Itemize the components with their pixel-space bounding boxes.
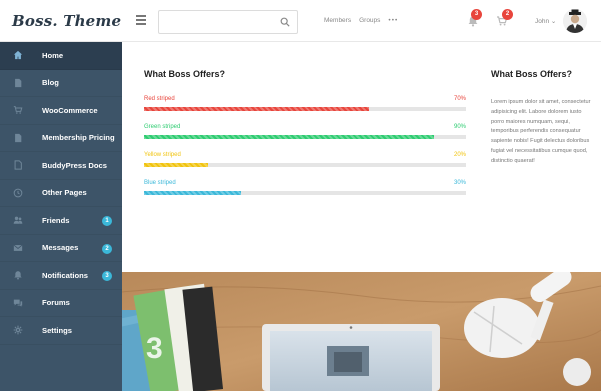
document-icon bbox=[12, 132, 24, 144]
sidebar-item-label: Blog bbox=[42, 78, 59, 88]
sidebar-item-label: Messages bbox=[42, 243, 79, 253]
skill-bar: Red striped 70% bbox=[144, 96, 466, 111]
offers-section: What Boss Offers? Red striped 70% Green st… bbox=[144, 69, 466, 210]
sidebar-item-label: Notifications bbox=[42, 270, 88, 280]
skill-bars: Red striped 70% Green striped 90% Yellow str… bbox=[144, 96, 466, 195]
text-widget: What Boss Offers? Lorem ipsum dolor sit … bbox=[491, 69, 591, 167]
count-badge: 2 bbox=[102, 243, 112, 254]
skill-percent: 30% bbox=[453, 180, 466, 186]
progress-fill bbox=[144, 135, 434, 139]
skill-label: Blue striped bbox=[144, 180, 176, 186]
skill-percent: 70% bbox=[453, 96, 466, 102]
progress-track bbox=[144, 163, 466, 167]
envelope-icon bbox=[12, 242, 24, 254]
sidebar-item-label: Forums bbox=[42, 298, 70, 308]
progress-track bbox=[144, 135, 466, 139]
document-outline-icon bbox=[12, 159, 24, 171]
sidebar-item-settings[interactable]: Settings bbox=[0, 317, 122, 345]
sidebar-item-woocommerce[interactable]: WooCommerce bbox=[0, 97, 122, 125]
search-input[interactable] bbox=[165, 11, 275, 34]
cart-badge: 2 bbox=[502, 9, 513, 20]
skill-bar: Green striped 90% bbox=[144, 124, 466, 139]
svg-text:3: 3 bbox=[146, 332, 163, 365]
sidebar-item-membership-pricing[interactable]: Membership Pricing bbox=[0, 125, 122, 152]
main-content: What Boss Offers? Red striped 70% Green st… bbox=[122, 42, 601, 272]
desk-photo: 3 bbox=[122, 272, 601, 391]
avatar-image bbox=[563, 9, 587, 33]
sidebar-item-other-pages[interactable]: Other Pages bbox=[0, 180, 122, 207]
sidebar-item-label: Other Pages bbox=[42, 188, 87, 198]
sidebar-item-blog[interactable]: Blog bbox=[0, 70, 122, 97]
sidebar-item-label: Friends bbox=[42, 215, 70, 225]
notifications-badge: 3 bbox=[471, 9, 482, 20]
home-icon bbox=[12, 49, 24, 61]
cart-icon bbox=[12, 104, 24, 116]
gear-icon bbox=[12, 324, 24, 336]
progress-track bbox=[144, 107, 466, 111]
top-bar: Members Groups ••• 3 2 John ⌄ bbox=[122, 0, 601, 42]
top-links: Members Groups ••• bbox=[324, 17, 398, 24]
sidebar: Boss. Theme Home Blog WooCommerce Membershi… bbox=[0, 0, 122, 391]
sidebar-item-forums[interactable]: Forums bbox=[0, 290, 122, 317]
skill-bar: Yellow striped 20% bbox=[144, 152, 466, 167]
hero-image: 3 bbox=[122, 272, 601, 391]
sidebar-item-label: BuddyPress Docs bbox=[42, 160, 107, 170]
skill-label: Yellow striped bbox=[144, 152, 181, 158]
sidebar-item-label: Settings bbox=[42, 325, 72, 335]
sidebar-item-buddypress-docs[interactable]: BuddyPress Docs bbox=[0, 152, 122, 180]
progress-track bbox=[144, 191, 466, 195]
members-link[interactable]: Members bbox=[324, 17, 351, 24]
progress-fill bbox=[144, 163, 209, 167]
sidebar-item-label: Membership Pricing bbox=[42, 133, 115, 143]
skill-bar: Blue striped 30% bbox=[144, 180, 466, 195]
text-widget-title: What Boss Offers? bbox=[491, 69, 573, 79]
search-icon[interactable] bbox=[280, 17, 290, 27]
avatar[interactable] bbox=[563, 9, 587, 33]
chat-icon bbox=[12, 297, 24, 309]
document-icon bbox=[12, 77, 24, 89]
brand-logo[interactable]: Boss. Theme bbox=[0, 0, 122, 42]
sidebar-item-label: WooCommerce bbox=[42, 105, 98, 115]
count-badge: 3 bbox=[102, 271, 112, 281]
user-menu[interactable]: John ⌄ bbox=[535, 17, 556, 25]
sidebar-item-notifications[interactable]: Notifications 3 bbox=[0, 262, 122, 290]
user-name: John bbox=[535, 18, 550, 25]
offers-title: What Boss Offers? bbox=[144, 69, 226, 79]
text-widget-body: Lorem ipsum dolor sit amet, consectetur … bbox=[491, 99, 591, 164]
sidebar-item-messages[interactable]: Messages 2 bbox=[0, 235, 122, 262]
sidebar-item-home[interactable]: Home bbox=[0, 42, 122, 70]
skill-percent: 20% bbox=[453, 152, 466, 158]
groups-link[interactable]: Groups bbox=[359, 17, 380, 24]
menu-toggle-icon[interactable] bbox=[136, 15, 146, 25]
progress-fill bbox=[144, 107, 370, 111]
skill-label: Red striped bbox=[144, 96, 175, 102]
count-badge: 1 bbox=[102, 216, 112, 226]
sidebar-item-label: Home bbox=[42, 50, 64, 60]
brand-name: Boss. Theme bbox=[12, 11, 122, 30]
clock-icon bbox=[12, 187, 24, 199]
skill-label: Green striped bbox=[144, 124, 181, 130]
users-icon bbox=[12, 214, 24, 226]
sidebar-item-friends[interactable]: Friends 1 bbox=[0, 207, 122, 235]
sidebar-nav: Home Blog WooCommerce Membership Pricing Bud… bbox=[0, 42, 122, 345]
progress-fill bbox=[144, 191, 241, 195]
chevron-down-icon: ⌄ bbox=[550, 18, 557, 25]
more-menu[interactable]: ••• bbox=[388, 17, 398, 24]
search-box bbox=[158, 10, 298, 34]
bell-icon bbox=[12, 269, 24, 281]
skill-percent: 90% bbox=[453, 124, 466, 130]
